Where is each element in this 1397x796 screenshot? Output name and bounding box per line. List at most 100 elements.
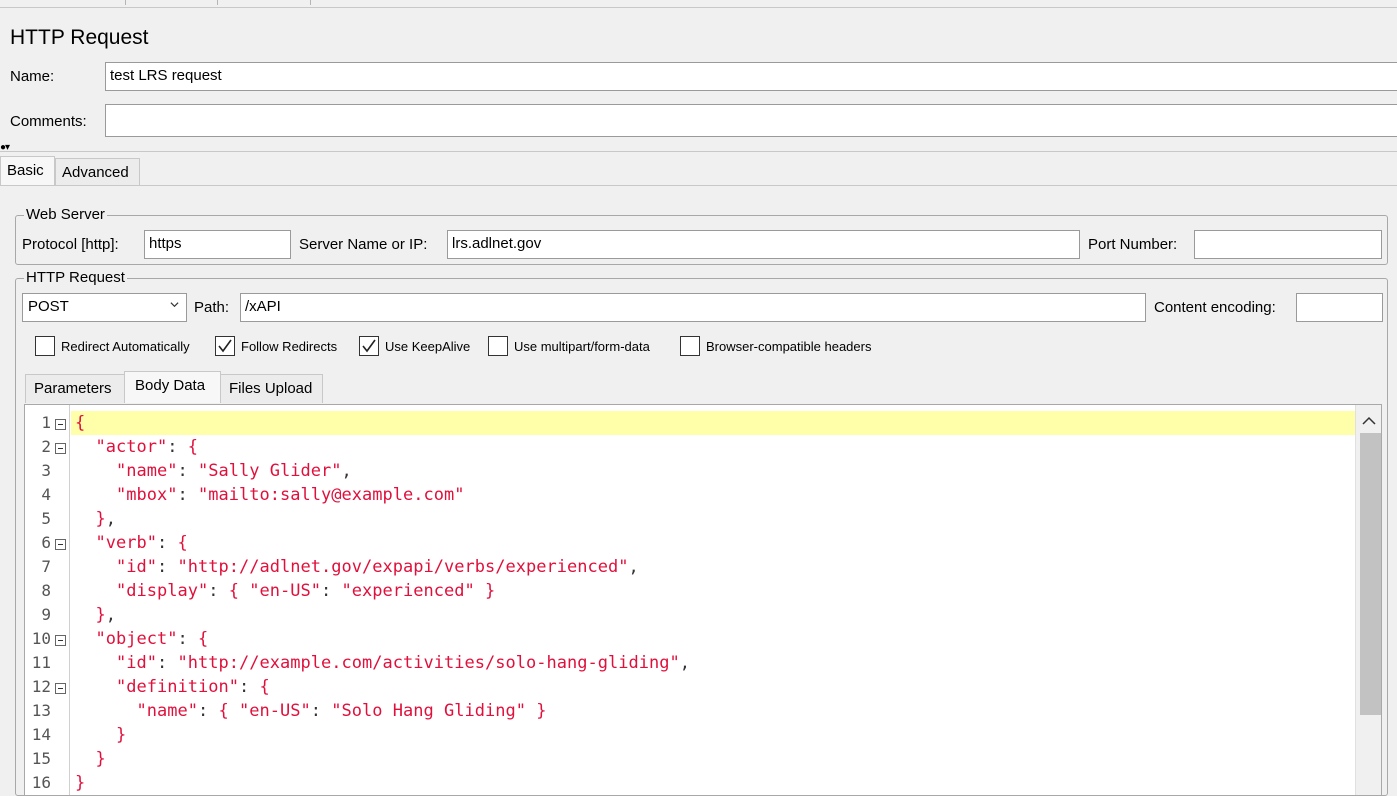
code-line[interactable]: 4 "mbox": "mailto:sally@example.com" [25, 483, 1355, 507]
follow-redirects-label: Follow Redirects [241, 339, 338, 354]
protocol-label: Protocol [http]: [22, 236, 119, 253]
body-data-editor[interactable]: 1{2 "actor": {3 "name": "Sally Glider", 4… [24, 404, 1382, 796]
use-multipart-label: Use multipart/form-data [514, 339, 650, 354]
code-line[interactable]: 12 "definition": { [25, 675, 1355, 699]
line-number: 16 [31, 773, 51, 792]
line-number: 3 [41, 461, 51, 480]
code-text: } [75, 773, 86, 793]
fold-toggle-icon[interactable] [55, 419, 66, 430]
code-text: { [75, 413, 86, 433]
page-title: HTTP Request [10, 26, 149, 49]
line-number: 14 [31, 725, 51, 744]
code-text: "display": { "en-US": "experienced" } [116, 581, 496, 601]
tab-body-data[interactable]: Body Data [124, 371, 221, 403]
code-line[interactable]: 9 }, [25, 603, 1355, 627]
code-text: }, [95, 605, 117, 625]
line-number: 6 [41, 533, 51, 552]
follow-redirects-checkbox[interactable] [215, 336, 235, 356]
divider [0, 185, 1397, 186]
use-multipart-checkbox[interactable] [488, 336, 508, 356]
browser-compatible-headers-checkbox[interactable] [680, 336, 700, 356]
server-name-input[interactable]: lrs.adlnet.gov [447, 230, 1080, 259]
code-line[interactable]: 8 "display": { "en-US": "experienced" } [25, 579, 1355, 603]
method-value: POST [28, 298, 69, 315]
browser-compatible-headers-label: Browser-compatible headers [706, 339, 872, 354]
redirect-automatically-checkbox[interactable] [35, 336, 55, 356]
fold-toggle-icon[interactable] [55, 635, 66, 646]
line-number: 1 [41, 413, 51, 432]
code-text: "name": "Sally Glider", [116, 461, 352, 481]
scrollbar-thumb[interactable] [1360, 433, 1381, 715]
code-text: "verb": { [95, 533, 188, 553]
port-number-label: Port Number: [1088, 236, 1178, 253]
code-line[interactable]: 14 } [25, 723, 1355, 747]
code-text: }, [95, 509, 117, 529]
code-line[interactable]: 1{ [25, 411, 1355, 435]
tab-basic[interactable]: Basic [0, 156, 55, 186]
line-number: 9 [41, 605, 51, 624]
fold-toggle-icon[interactable] [55, 539, 66, 550]
redirect-automatically-label: Redirect Automatically [61, 339, 190, 354]
tab-divider [310, 0, 311, 5]
protocol-input[interactable]: https [144, 230, 291, 259]
line-number: 5 [41, 509, 51, 528]
code-text: } [116, 725, 127, 745]
code-text: "object": { [95, 629, 209, 649]
code-line[interactable]: 6 "verb": { [25, 531, 1355, 555]
tab-files-upload[interactable]: Files Upload [220, 374, 323, 403]
line-number: 8 [41, 581, 51, 600]
line-number: 4 [41, 485, 51, 504]
http-request-legend: HTTP Request [24, 269, 127, 286]
use-keepalive-label: Use KeepAlive [385, 339, 471, 354]
name-label: Name: [10, 68, 55, 85]
code-line[interactable]: 10 "object": { [25, 627, 1355, 651]
vertical-scrollbar[interactable] [1355, 405, 1381, 795]
checkmark-icon [218, 339, 232, 353]
code-line[interactable]: 2 "actor": { [25, 435, 1355, 459]
scroll-up-icon[interactable] [1356, 411, 1382, 431]
method-select[interactable]: POST [22, 293, 187, 322]
line-number: 10 [31, 629, 51, 648]
top-strip [0, 0, 1397, 8]
tab-parameters[interactable]: Parameters [25, 374, 125, 403]
code-text: "id": "http://example.com/activities/sol… [116, 653, 690, 673]
comments-label: Comments: [10, 113, 87, 130]
code-line[interactable]: 16} [25, 771, 1355, 795]
fold-toggle-icon[interactable] [55, 443, 66, 454]
tab-divider [217, 0, 218, 5]
code-line[interactable]: 13 "name": { "en-US": "Solo Hang Gliding… [25, 699, 1355, 723]
line-number: 2 [41, 437, 51, 456]
fold-toggle-icon[interactable] [55, 683, 66, 694]
code-line[interactable]: 15 } [25, 747, 1355, 771]
line-number: 13 [31, 701, 51, 720]
code-text: "name": { "en-US": "Solo Hang Gliding" } [136, 701, 547, 721]
code-text: "id": "http://adlnet.gov/expapi/verbs/ex… [116, 557, 639, 577]
code-line[interactable]: 3 "name": "Sally Glider", [25, 459, 1355, 483]
name-input[interactable]: test LRS request [105, 62, 1397, 91]
code-text: "actor": { [95, 437, 199, 457]
web-server-legend: Web Server [24, 206, 107, 223]
code-line[interactable]: 11 "id": "http://example.com/activities/… [25, 651, 1355, 675]
comments-input[interactable] [105, 104, 1397, 137]
line-number: 15 [31, 749, 51, 768]
path-input[interactable]: /xAPI [240, 293, 1146, 322]
content-encoding-label: Content encoding: [1154, 299, 1276, 316]
use-keepalive-checkbox[interactable] [359, 336, 379, 356]
path-label: Path: [194, 299, 230, 316]
code-line[interactable]: 5 }, [25, 507, 1355, 531]
code-text: "mbox": "mailto:sally@example.com" [116, 485, 465, 505]
content-encoding-input[interactable] [1296, 293, 1383, 322]
server-name-label: Server Name or IP: [299, 236, 428, 253]
checkmark-icon [362, 339, 376, 353]
code-text: } [95, 749, 106, 769]
line-number: 11 [31, 653, 51, 672]
tab-divider [125, 0, 126, 5]
chevron-down-icon [170, 302, 179, 308]
tab-advanced[interactable]: Advanced [55, 158, 140, 186]
code-line[interactable]: 7 "id": "http://adlnet.gov/expapi/verbs/… [25, 555, 1355, 579]
port-number-input[interactable] [1194, 230, 1382, 259]
code-text: "definition": { [116, 677, 270, 697]
line-number: 12 [31, 677, 51, 696]
divider [0, 151, 1397, 152]
line-number: 7 [41, 557, 51, 576]
